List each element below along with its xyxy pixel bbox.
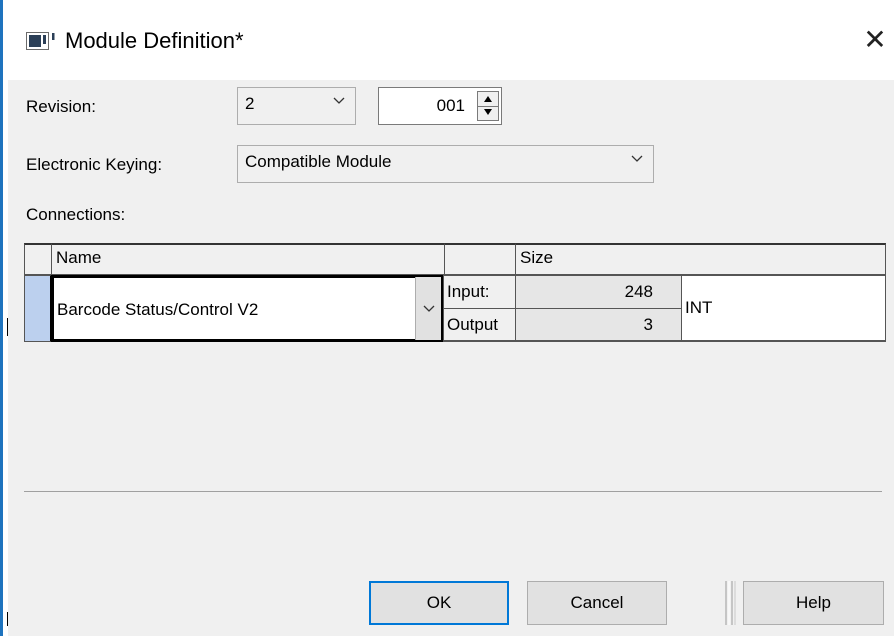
close-icon[interactable]: ✕	[855, 20, 894, 60]
connections-label: Connections:	[26, 205, 126, 224]
output-label-cell: Output	[443, 308, 516, 342]
output-label: Output	[447, 315, 499, 334]
electronic-keying-value: Compatible Module	[245, 152, 392, 171]
output-size-value: 3	[643, 315, 653, 334]
arrow-down-icon	[484, 109, 492, 115]
grip-divider-icon	[725, 581, 736, 625]
revision-label: Revision:	[26, 97, 96, 116]
resize-tick	[7, 318, 8, 336]
title-bar: Module Definition* ✕	[3, 0, 894, 80]
row-selector[interactable]	[24, 275, 52, 342]
row-header-corner	[24, 243, 52, 275]
spinner	[477, 91, 499, 121]
column-header-name-label: Name	[56, 248, 102, 267]
connections-grid: Name Size Barcode Status/Control V2 Inpu…	[24, 243, 886, 342]
column-header-size[interactable]: Size	[515, 243, 886, 275]
resize-tick	[7, 612, 8, 626]
column-header-name[interactable]: Name	[51, 243, 445, 275]
ok-button[interactable]: OK	[369, 581, 509, 625]
input-size-cell[interactable]: 248	[515, 275, 682, 309]
dialog-title: Module Definition*	[65, 28, 244, 53]
separator-line	[24, 491, 882, 492]
chevron-down-icon	[423, 305, 435, 312]
data-type-value: INT	[685, 298, 713, 317]
revision-minor-value: 001	[436, 96, 465, 115]
chevron-down-icon	[631, 155, 643, 162]
input-label-cell: Input:	[443, 275, 516, 309]
revision-major-value: 2	[245, 94, 255, 113]
connection-name-value: Barcode Status/Control V2	[57, 300, 259, 319]
data-type-cell[interactable]: INT	[681, 275, 886, 342]
revision-minor-spinbox[interactable]: 001	[378, 87, 502, 125]
revision-major-select[interactable]: 2	[237, 87, 356, 125]
output-size-cell[interactable]: 3	[515, 308, 682, 342]
window-left-edge	[0, 0, 3, 636]
module-app-icon	[26, 32, 55, 50]
help-button[interactable]: Help	[743, 581, 884, 625]
arrow-up-icon	[484, 96, 492, 102]
electronic-keying-label: Electronic Keying:	[26, 155, 163, 174]
chevron-down-icon	[333, 97, 345, 104]
input-size-value: 248	[624, 282, 653, 301]
connection-name-cell[interactable]: Barcode Status/Control V2	[51, 275, 443, 342]
column-header-size-label: Size	[520, 248, 554, 267]
column-header-blank	[444, 243, 516, 275]
spin-up-button[interactable]	[478, 92, 498, 107]
electronic-keying-select[interactable]: Compatible Module	[237, 145, 654, 183]
input-label: Input:	[447, 282, 490, 301]
cancel-button[interactable]: Cancel	[527, 581, 667, 625]
connection-name-dropdown[interactable]	[415, 277, 441, 340]
spin-down-button[interactable]	[478, 106, 498, 120]
